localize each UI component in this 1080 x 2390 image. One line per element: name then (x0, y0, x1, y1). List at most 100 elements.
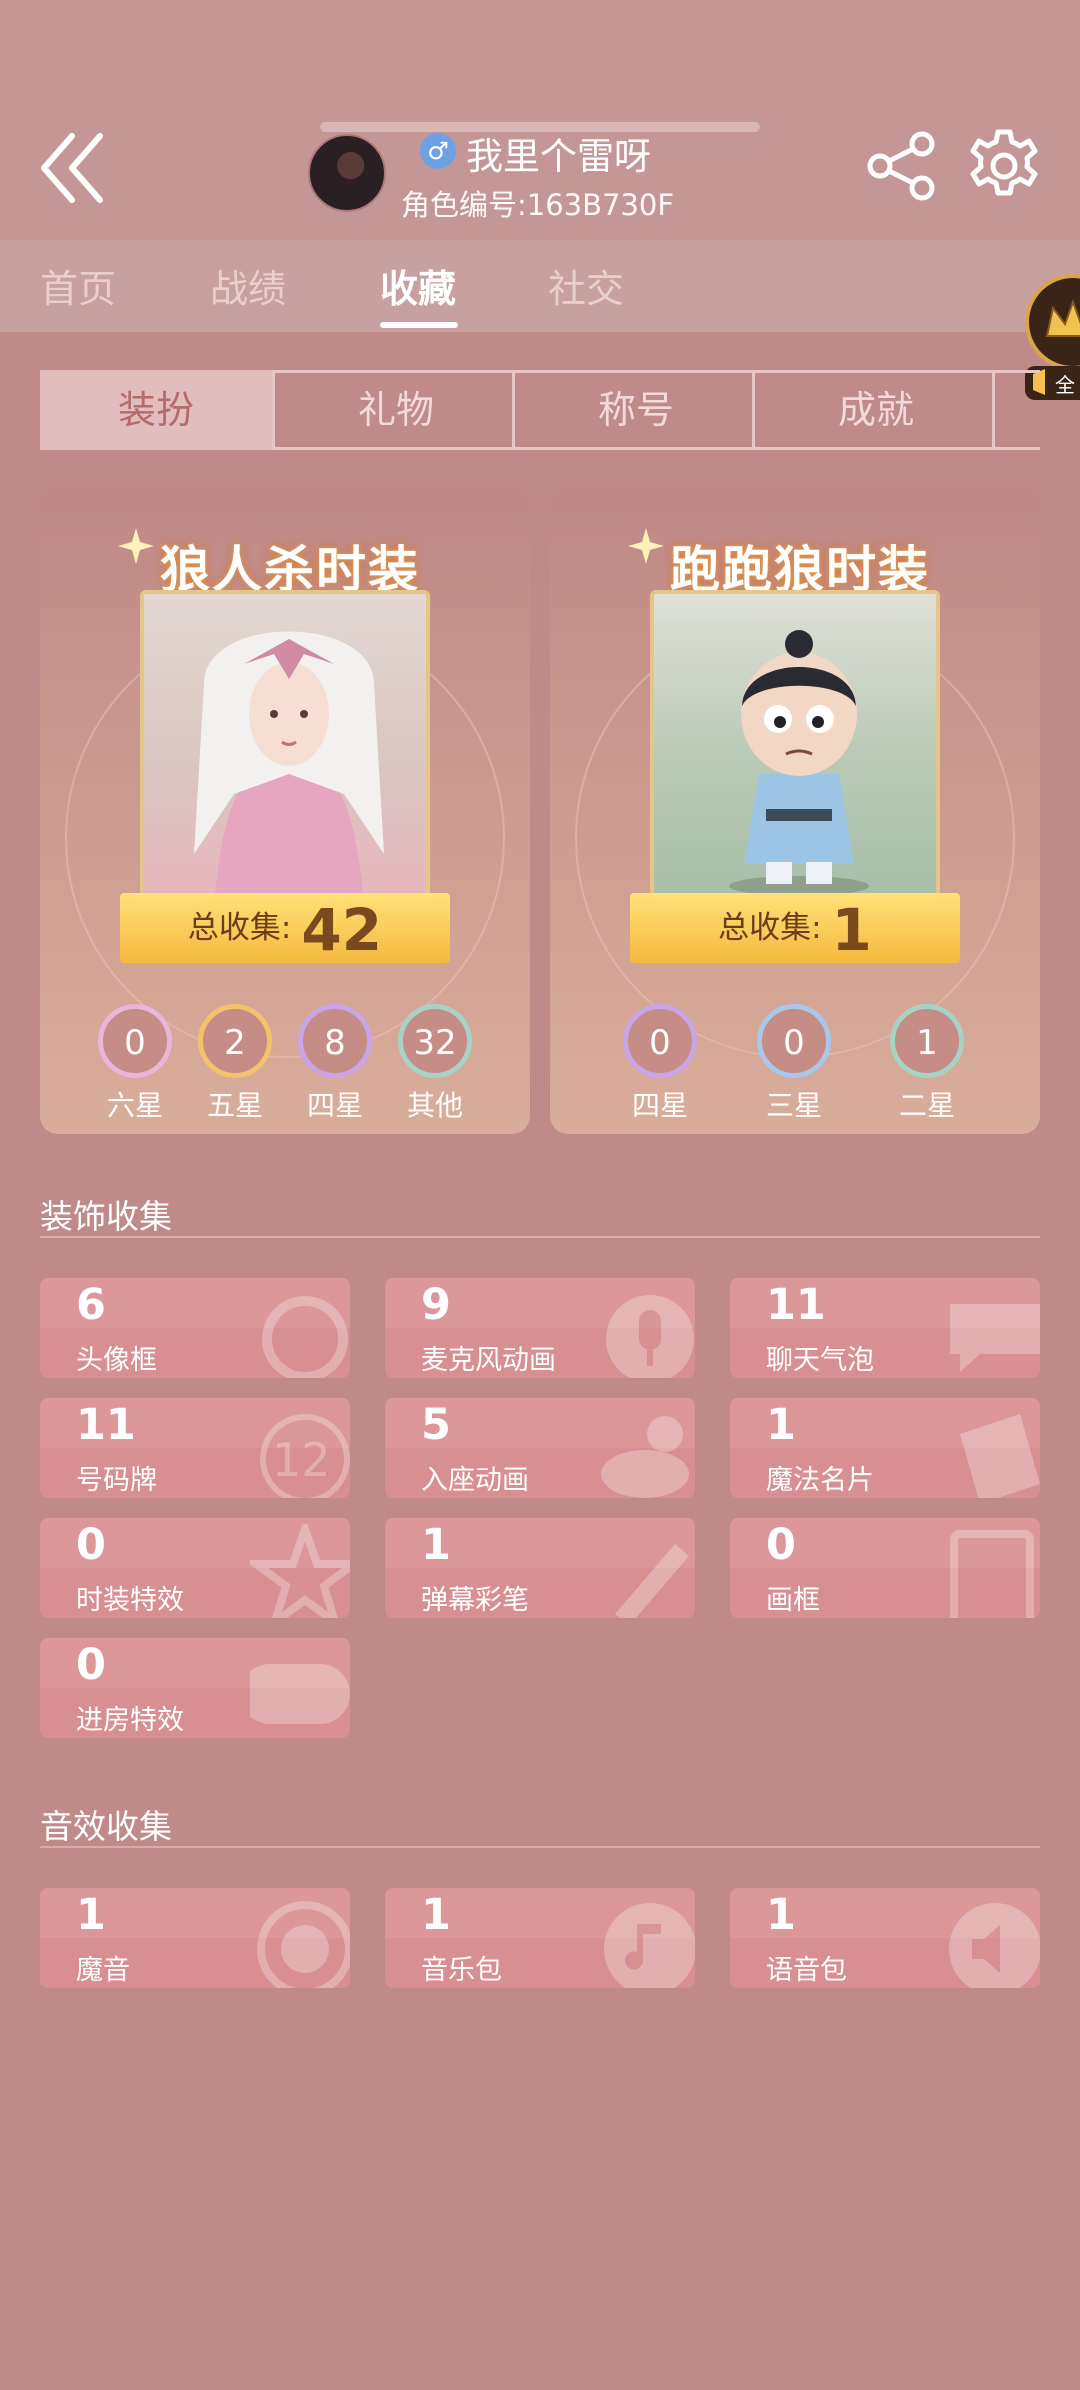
avatar-frame-icon (262, 1296, 348, 1378)
tile-label: 弹幕彩笔 (421, 1585, 529, 1616)
pen-icon (615, 1544, 689, 1618)
tile-value: 11 (76, 1400, 136, 1450)
decor-tile-enter-effect[interactable]: 0 进房特效 (40, 1638, 350, 1738)
decor-tile-number-plate[interactable]: 12 11 号码牌 (40, 1398, 350, 1498)
star-count-2: 1 (890, 1004, 964, 1078)
star-count-3: 0 (757, 1004, 831, 1078)
section-divider (40, 1846, 1040, 1848)
decor-tile-avatar-frame[interactable]: 6 头像框 (40, 1278, 350, 1378)
tile-value: 11 (766, 1280, 826, 1330)
role-id: 角色编号:163B730F (401, 188, 675, 222)
picture-frame-icon (950, 1530, 1034, 1618)
star-count-5: 2 (198, 1004, 272, 1078)
tab-record[interactable]: 战绩 (210, 258, 286, 313)
tile-value: 9 (421, 1280, 451, 1330)
tile-label: 聊天气泡 (766, 1345, 874, 1376)
star-label-3: 三星 (765, 1089, 822, 1122)
share-icon[interactable] (866, 130, 938, 202)
tile-value: 6 (76, 1280, 106, 1330)
microphone-icon (606, 1295, 694, 1378)
tab-collection[interactable]: 收藏 (380, 258, 456, 313)
tile-label: 麦克风动画 (421, 1345, 556, 1376)
tab-social[interactable]: 社交 (548, 258, 624, 313)
tile-value: 1 (421, 1520, 451, 1570)
tile-label: 语音包 (766, 1955, 847, 1986)
enter-effect-icon (250, 1664, 350, 1724)
subtab-achievement[interactable]: 成就 (760, 370, 995, 450)
star-label-4: 四星 (631, 1089, 688, 1122)
decor-section-title: 装饰收集 (40, 1197, 172, 1236)
star-label-5: 五星 (206, 1089, 263, 1122)
runner-wolf-outfit-portrait (650, 590, 940, 900)
decor-tile-seat-animation[interactable]: 5 入座动画 (385, 1398, 695, 1498)
sparkle-icon (118, 528, 154, 564)
decor-tile-picture-frame[interactable]: 0 画框 (730, 1518, 1040, 1618)
tile-value: 0 (76, 1520, 106, 1570)
character-illustration (194, 631, 384, 896)
magic-card-icon (960, 1414, 1040, 1498)
star-count-4: 8 (298, 1004, 372, 1078)
tile-value: 1 (421, 1890, 451, 1940)
star-effect-icon (250, 1524, 350, 1618)
sparkle-icon (628, 528, 664, 564)
total-label: 总收集: (718, 910, 822, 946)
sound-tile-voice-changer[interactable]: 1 魔音 (40, 1888, 350, 1988)
gender-male-icon: ♂ (420, 133, 456, 169)
tile-label: 时装特效 (76, 1585, 184, 1616)
decor-tile-mic-animation[interactable]: 9 麦克风动画 (385, 1278, 695, 1378)
decor-tile-danmaku-pen[interactable]: 1 弹幕彩笔 (385, 1518, 695, 1618)
speaker-icon (949, 1903, 1040, 1988)
tile-label: 画框 (766, 1585, 820, 1616)
tile-value: 0 (76, 1640, 106, 1690)
sound-tile-voice-pack[interactable]: 1 语音包 (730, 1888, 1040, 1988)
total-collected-ribbon: 总收集: 42 (120, 893, 450, 964)
star-label-4: 四星 (306, 1089, 363, 1122)
sound-section-title: 音效收集 (40, 1807, 172, 1846)
subtab-outfit[interactable]: 装扮 (40, 370, 275, 450)
number-plate-text: 12 (272, 1433, 331, 1487)
cloud-sun-icon (601, 1416, 689, 1498)
tile-label: 入座动画 (421, 1465, 529, 1496)
badge-text: 全 (1055, 373, 1075, 397)
tile-label: 进房特效 (76, 1705, 184, 1736)
star-label-other: 其他 (406, 1089, 463, 1122)
active-tab-indicator (380, 322, 458, 328)
voice-changer-icon (257, 1901, 350, 1988)
username: 我里个雷呀 (466, 135, 651, 178)
tile-value: 1 (76, 1890, 106, 1940)
decor-tile-magic-card[interactable]: 1 魔法名片 (730, 1398, 1040, 1498)
total-label: 总收集: (187, 910, 292, 946)
star-label-6: 六星 (106, 1089, 163, 1122)
total-count: 1 (831, 895, 872, 964)
star-count-6: 0 (98, 1004, 172, 1078)
tile-value: 0 (766, 1520, 796, 1570)
tile-label: 头像框 (76, 1345, 157, 1376)
tile-value: 1 (766, 1400, 796, 1450)
tile-label: 魔音 (76, 1955, 130, 1986)
total-collected-ribbon: 总收集: 1 (630, 893, 960, 964)
character-illustration (729, 630, 869, 896)
decor-tile-chat-bubble[interactable]: 11 聊天气泡 (730, 1278, 1040, 1378)
chat-bubble-icon (950, 1304, 1040, 1372)
section-divider (40, 1236, 1040, 1238)
settings-gear-icon[interactable] (966, 128, 1042, 204)
werewolf-outfit-portrait (140, 590, 430, 900)
tab-home[interactable]: 首页 (40, 258, 116, 313)
number-plate-icon: 12 (260, 1414, 350, 1498)
decor-tile-outfit-effect[interactable]: 0 时装特效 (40, 1518, 350, 1618)
subtab-gift[interactable]: 礼物 (280, 370, 515, 450)
star-count-4: 0 (623, 1004, 697, 1078)
tile-label: 音乐包 (421, 1955, 502, 1986)
avatar[interactable] (308, 134, 386, 212)
back-double-chevron-icon[interactable] (36, 128, 116, 208)
tile-value: 5 (421, 1400, 451, 1450)
star-label-2: 二星 (898, 1089, 955, 1122)
sound-tile-music-pack[interactable]: 1 音乐包 (385, 1888, 695, 1988)
total-count: 42 (301, 895, 383, 964)
star-count-other: 32 (398, 1004, 472, 1078)
tile-label: 魔法名片 (766, 1465, 874, 1496)
music-note-icon (604, 1903, 695, 1988)
subtab-title[interactable]: 称号 (520, 370, 755, 450)
tile-value: 1 (766, 1890, 796, 1940)
tile-label: 号码牌 (76, 1465, 157, 1496)
